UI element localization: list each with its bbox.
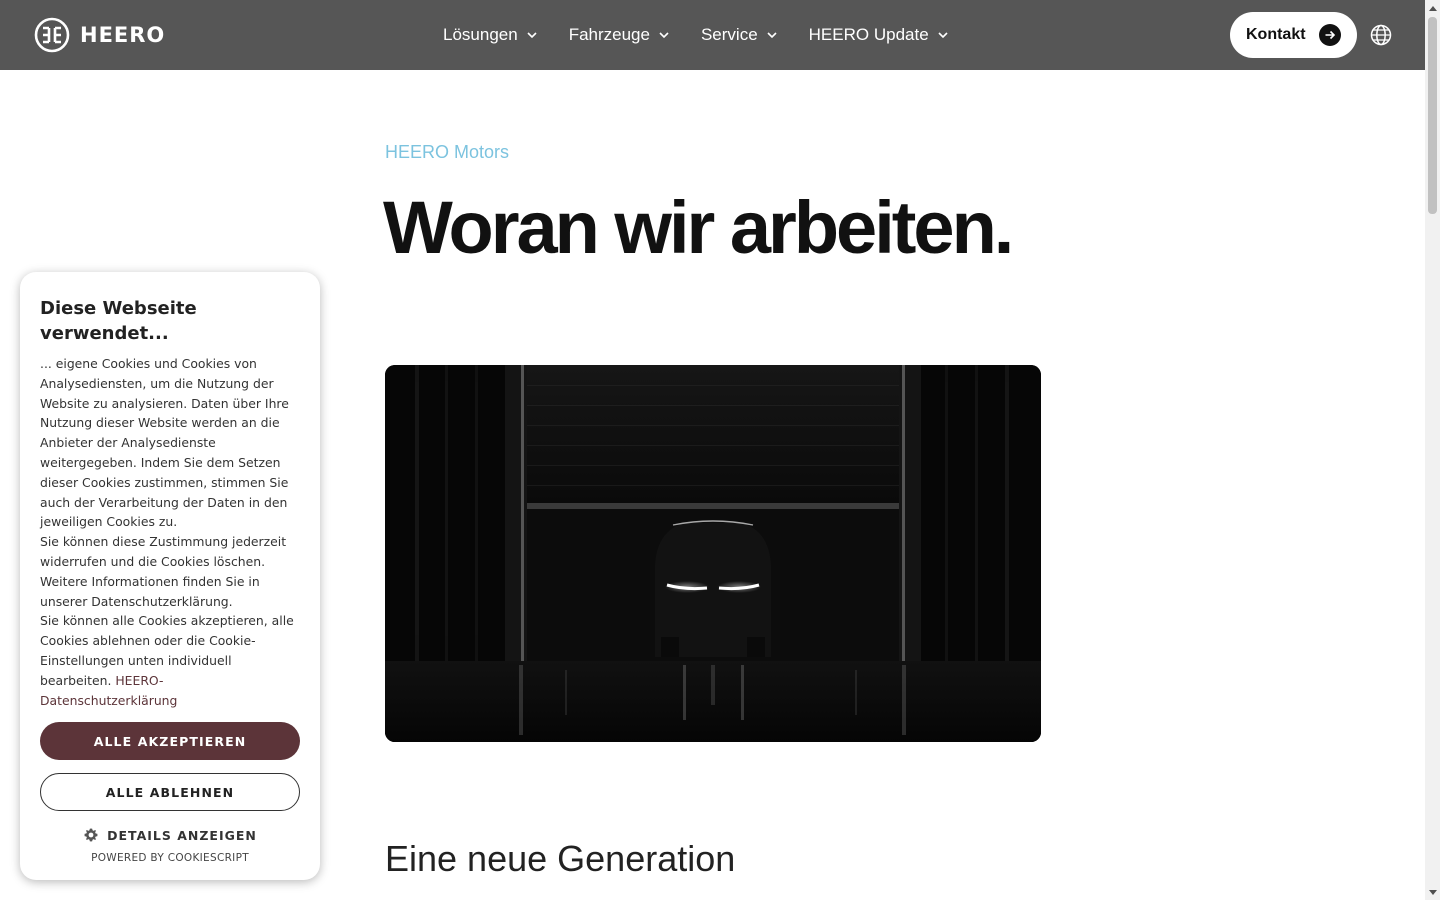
arrow-right-icon — [1319, 24, 1341, 46]
heero-logo[interactable]: HEERO — [34, 17, 165, 53]
gear-icon — [84, 828, 98, 842]
section-title: Eine neue Generation — [385, 838, 736, 879]
nav-item-loesungen[interactable]: Lösungen — [443, 25, 538, 45]
garage-car-illustration — [385, 365, 1041, 742]
page-title: Woran wir arbeiten. — [383, 186, 1014, 269]
page-scrollbar[interactable] — [1425, 0, 1440, 900]
nav-label: Lösungen — [443, 25, 518, 44]
nav-item-fahrzeuge[interactable]: Fahrzeuge — [569, 25, 670, 45]
nav-label: HEERO Update — [808, 25, 929, 44]
navbar: HEERO Lösungen Fahrzeuge Service HEERO U… — [0, 0, 1425, 70]
cookie-banner: Diese Webseite verwendet... ... eigene C… — [20, 272, 320, 880]
nav-label: Service — [700, 25, 758, 44]
contact-button[interactable]: Kontakt — [1230, 12, 1357, 58]
cookie-text-paragraph-with-link: Sie können alle Cookies akzeptieren, all… — [40, 611, 300, 710]
logo-text: HEERO — [80, 23, 166, 47]
cookie-banner-text: ... eigene Cookies und Cookies von Analy… — [40, 354, 300, 710]
eyebrow-label: HEERO Motors — [385, 142, 510, 162]
show-details-label: DETAILS ANZEIGEN — [107, 827, 257, 843]
cookie-text-paragraph: ... eigene Cookies und Cookies von Analy… — [40, 356, 289, 530]
main-nav: Lösungen Fahrzeuge Service HEERO Update — [443, 0, 980, 70]
scroll-up-arrow-icon[interactable] — [1425, 0, 1440, 15]
scrollbar-thumb[interactable] — [1428, 17, 1437, 214]
contact-button-label: Kontakt — [1246, 26, 1306, 43]
chevron-down-icon — [938, 32, 948, 39]
reject-all-button[interactable]: ALLE ABLEHNEN — [40, 773, 300, 811]
globe-icon[interactable] — [1369, 23, 1393, 47]
nav-label: Fahrzeuge — [568, 25, 650, 44]
scroll-down-arrow-icon[interactable] — [1425, 885, 1440, 900]
cookie-text-paragraph: Sie können alle Cookies akzeptieren, all… — [40, 613, 294, 688]
nav-item-heero-update[interactable]: HEERO Update — [809, 25, 949, 45]
nav-item-service[interactable]: Service — [701, 25, 778, 45]
powered-by-cookiescript: POWERED BY COOKIESCRIPT — [91, 852, 249, 864]
chevron-down-icon — [659, 32, 669, 39]
cookie-text-paragraph: Sie können diese Zustimmung jederzeit wi… — [40, 534, 287, 609]
chevron-down-icon — [767, 32, 777, 39]
cookie-banner-title: Diese Webseite verwendet... — [40, 298, 197, 344]
accept-all-button[interactable]: ALLE AKZEPTIEREN — [40, 722, 300, 760]
hero-image-car-in-garage — [385, 365, 1041, 742]
heero-logo-mark-icon — [34, 17, 70, 53]
show-details-button[interactable]: DETAILS ANZEIGEN — [20, 827, 320, 843]
chevron-down-icon — [527, 32, 537, 39]
